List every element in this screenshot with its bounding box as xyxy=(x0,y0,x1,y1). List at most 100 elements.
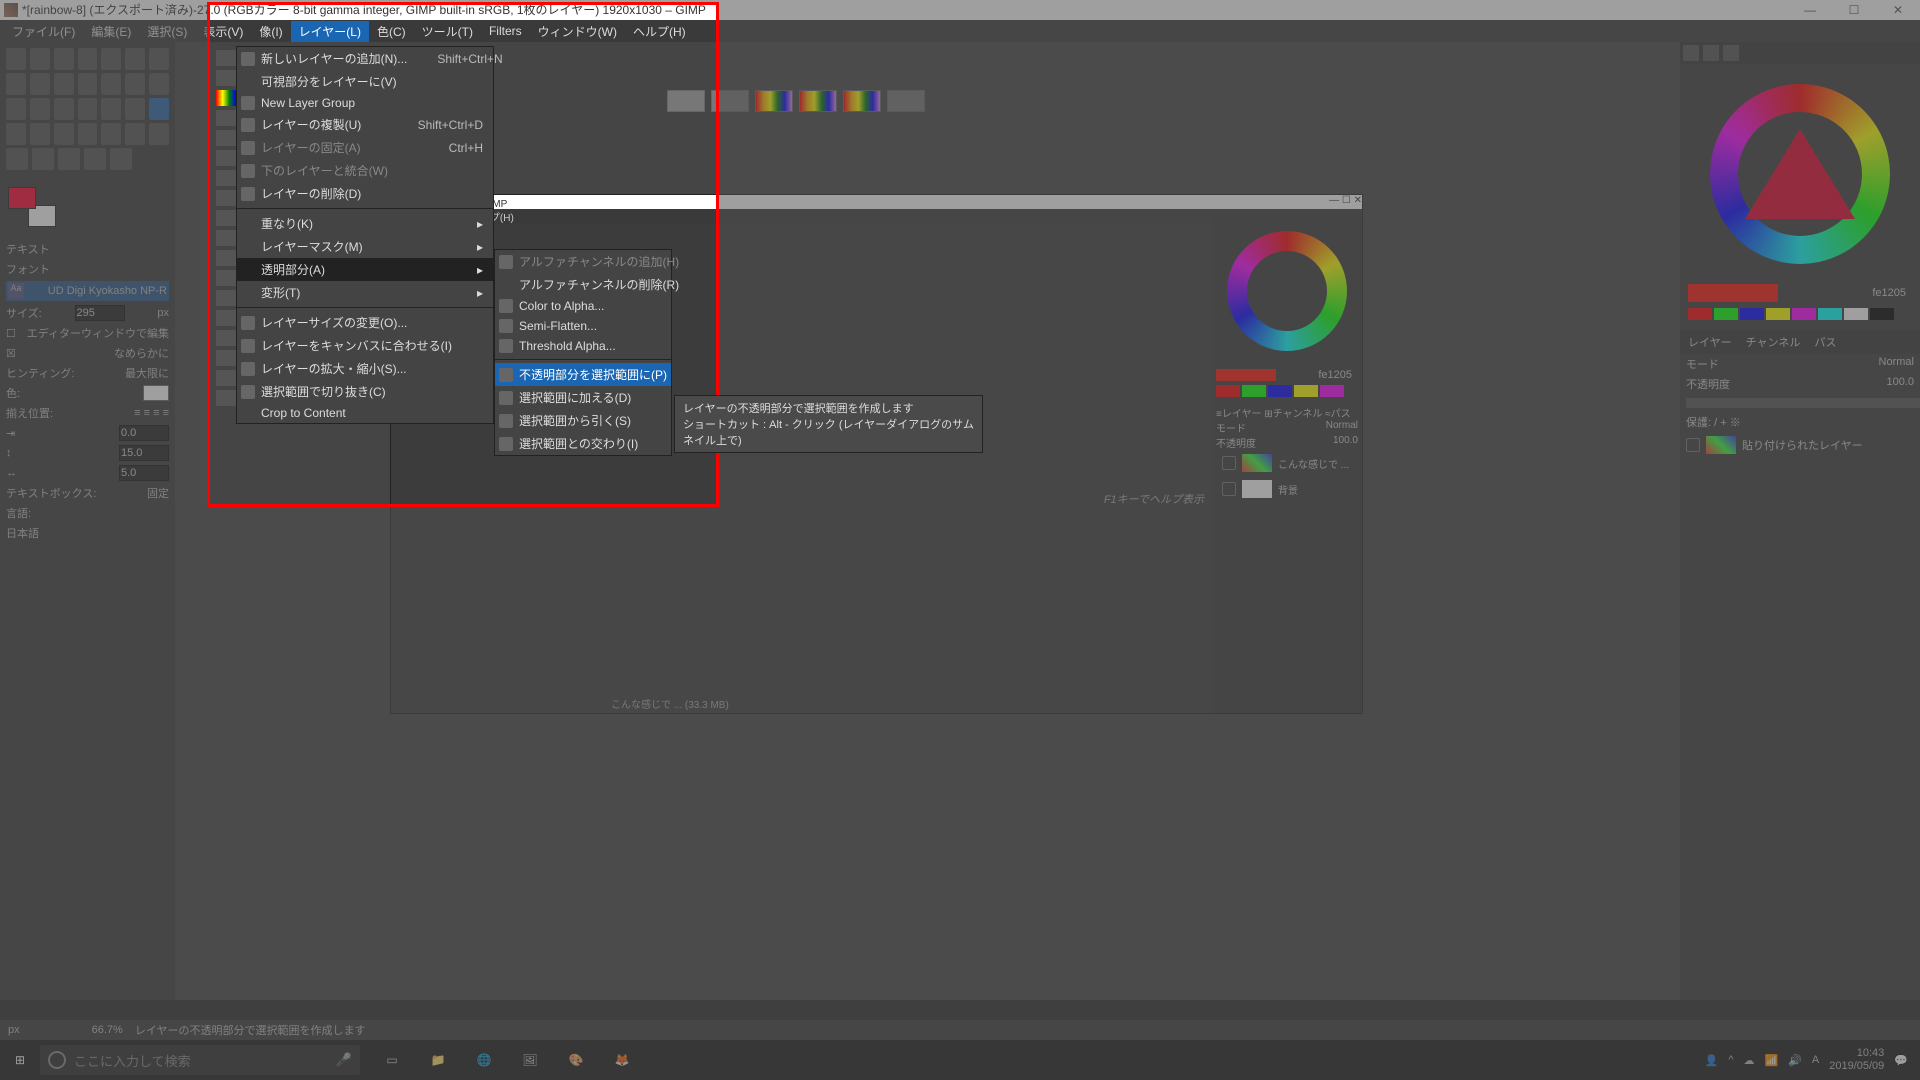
doc-tab-4[interactable] xyxy=(799,90,837,112)
layer-row[interactable]: 貼り付けられたレイヤー xyxy=(1680,432,1920,458)
tool-blur[interactable] xyxy=(84,148,106,170)
tool-smudge[interactable] xyxy=(58,148,80,170)
menu-tool[interactable]: ツール(T) xyxy=(414,21,481,42)
notification-icon[interactable]: 💬 xyxy=(1894,1054,1908,1067)
menu-window[interactable]: ウィンドウ(W) xyxy=(530,21,625,42)
tool-perspective[interactable] xyxy=(78,98,98,120)
tool-zoom[interactable] xyxy=(54,73,74,95)
menu-edit[interactable]: 編集(E) xyxy=(83,21,139,42)
fg-bg-color[interactable] xyxy=(8,187,56,227)
taskbar-clock[interactable]: 10:43 2019/05/09 xyxy=(1829,1047,1884,1073)
inner-layer-b[interactable]: 背景 xyxy=(1278,482,1298,497)
close-button[interactable]: ✕ xyxy=(1876,0,1920,20)
dock-tab-icon[interactable] xyxy=(1683,45,1699,61)
tool-foreground[interactable] xyxy=(149,48,169,70)
tray-volume-icon[interactable]: 🔊 xyxy=(1788,1054,1802,1067)
menu-layer[interactable]: レイヤー(L) xyxy=(291,21,369,42)
tool-lasso[interactable] xyxy=(54,48,74,70)
mi-duplicate[interactable]: レイヤーの複製(U)Shift+Ctrl+D xyxy=(237,113,493,136)
smi-sub-from-sel[interactable]: 選択範囲から引く(S) xyxy=(495,409,671,432)
tab-layers[interactable]: レイヤー xyxy=(1682,332,1738,352)
tool-text[interactable] xyxy=(149,98,169,120)
tray-up-icon[interactable]: ^ xyxy=(1728,1054,1733,1066)
start-button[interactable]: ⊞ xyxy=(0,1040,40,1080)
tray-people-icon[interactable]: 👤 xyxy=(1705,1054,1719,1067)
layer-name[interactable]: 貼り付けられたレイヤー xyxy=(1742,437,1863,453)
mi-new-layer[interactable]: 新しいレイヤーの追加(N)...Shift+Ctrl+N xyxy=(237,47,493,70)
tool-rect-select[interactable] xyxy=(6,48,26,70)
app-icon-1[interactable]: 🖼 xyxy=(510,1040,550,1080)
tool-colorpicker[interactable] xyxy=(30,73,50,95)
tool-bycolor[interactable] xyxy=(101,48,121,70)
menu-image[interactable]: 像(I) xyxy=(251,21,290,42)
color-wheel[interactable] xyxy=(1710,84,1890,264)
mi-crop-content[interactable]: Crop to Content xyxy=(237,403,493,423)
tool-ellipse-select[interactable] xyxy=(30,48,50,70)
tool-bucket[interactable] xyxy=(6,123,26,145)
inner-mode[interactable]: Normal xyxy=(1326,420,1358,435)
tool-airbrush[interactable] xyxy=(125,123,145,145)
chrome-icon[interactable]: 🌐 xyxy=(464,1040,504,1080)
mi-crop-sel[interactable]: 選択範囲で切り抜き(C) xyxy=(237,380,493,403)
tray-cloud-icon[interactable]: ☁ xyxy=(1743,1054,1754,1067)
tool-eraser[interactable] xyxy=(101,123,121,145)
doc-tab-3[interactable] xyxy=(755,90,793,112)
mi-mask[interactable]: レイヤーマスク(M)▸ xyxy=(237,235,493,258)
font-name[interactable]: UD Digi Kyokasho NP-R xyxy=(48,285,167,297)
lang-value[interactable]: 日本語 xyxy=(6,525,169,541)
smi-add-to-sel[interactable]: 選択範囲に加える(D) xyxy=(495,386,671,409)
antialias-checkbox-label[interactable]: なめらかに xyxy=(114,345,169,361)
mi-new-group[interactable]: New Layer Group xyxy=(237,93,493,113)
tool-rotate[interactable] xyxy=(6,98,26,120)
editor-checkbox-label[interactable]: エディターウィンドウで編集 xyxy=(27,325,169,341)
mi-to-image[interactable]: レイヤーをキャンバスに合わせる(I) xyxy=(237,334,493,357)
taskbar-search[interactable]: ここに入力して検索 🎤 xyxy=(40,1045,360,1075)
tool-paths[interactable] xyxy=(6,73,26,95)
tab-paths[interactable]: パス xyxy=(1808,332,1842,352)
tab-channels[interactable]: チャンネル xyxy=(1740,332,1807,352)
size-input[interactable] xyxy=(75,305,125,321)
mi-delete[interactable]: レイヤーの削除(D) xyxy=(237,182,493,205)
menu-help[interactable]: ヘルプ(H) xyxy=(625,21,694,42)
linespacing-input[interactable] xyxy=(119,445,169,461)
explorer-icon[interactable]: 📁 xyxy=(418,1040,458,1080)
hinting-value[interactable]: 最大限に xyxy=(125,365,169,381)
smi-semi-flatten[interactable]: Semi-Flatten... xyxy=(495,316,671,336)
status-unit[interactable]: px xyxy=(8,1024,20,1036)
menu-select[interactable]: 選択(S) xyxy=(139,21,195,42)
smi-intersect[interactable]: 選択範囲との交わり(I) xyxy=(495,432,671,455)
maximize-button[interactable]: ☐ xyxy=(1832,0,1876,20)
tool-brush[interactable] xyxy=(78,123,98,145)
tool-scale[interactable] xyxy=(30,98,50,120)
inner-layer-a[interactable]: こんな感じで ... xyxy=(1278,456,1349,471)
tool-heal[interactable] xyxy=(32,148,54,170)
app-icon-2[interactable]: 🎨 xyxy=(556,1040,596,1080)
tool-ink[interactable] xyxy=(149,123,169,145)
tool-cage[interactable] xyxy=(125,98,145,120)
menu-filters[interactable]: Filters xyxy=(481,22,530,40)
menu-view[interactable]: 表示(V) xyxy=(195,21,251,42)
gimp-taskbar-icon[interactable]: 🦊 xyxy=(602,1040,642,1080)
smi-remove-alpha[interactable]: アルファチャンネルの削除(R) xyxy=(495,273,671,296)
menu-color[interactable]: 色(C) xyxy=(369,21,414,42)
tool-fuzzy[interactable] xyxy=(78,48,98,70)
lock-label[interactable]: 保護: / + ※ xyxy=(1686,414,1741,430)
tool-dodge[interactable] xyxy=(110,148,132,170)
tool-clone[interactable] xyxy=(6,148,28,170)
tool-align[interactable] xyxy=(125,73,145,95)
hex-value[interactable]: fe1205 xyxy=(1872,287,1912,299)
mic-icon[interactable]: 🎤 xyxy=(336,1052,352,1068)
doc-tab-6[interactable] xyxy=(887,90,925,112)
tool-pencil[interactable] xyxy=(54,123,74,145)
tool-shear[interactable] xyxy=(54,98,74,120)
justify-buttons[interactable]: ≡ ≡ ≡ ≡ xyxy=(134,407,169,419)
tool-move[interactable] xyxy=(101,73,121,95)
mi-stack[interactable]: 重なり(K)▸ xyxy=(237,212,493,235)
mi-scale[interactable]: レイヤーの拡大・縮小(S)... xyxy=(237,357,493,380)
opacity-slider[interactable] xyxy=(1686,398,1920,408)
doc-tab-5[interactable] xyxy=(843,90,881,112)
mi-transform[interactable]: 変形(T)▸ xyxy=(237,281,493,304)
doc-tab-1[interactable] xyxy=(667,90,705,112)
tool-blend[interactable] xyxy=(30,123,50,145)
doc-tab-2[interactable] xyxy=(711,90,749,112)
